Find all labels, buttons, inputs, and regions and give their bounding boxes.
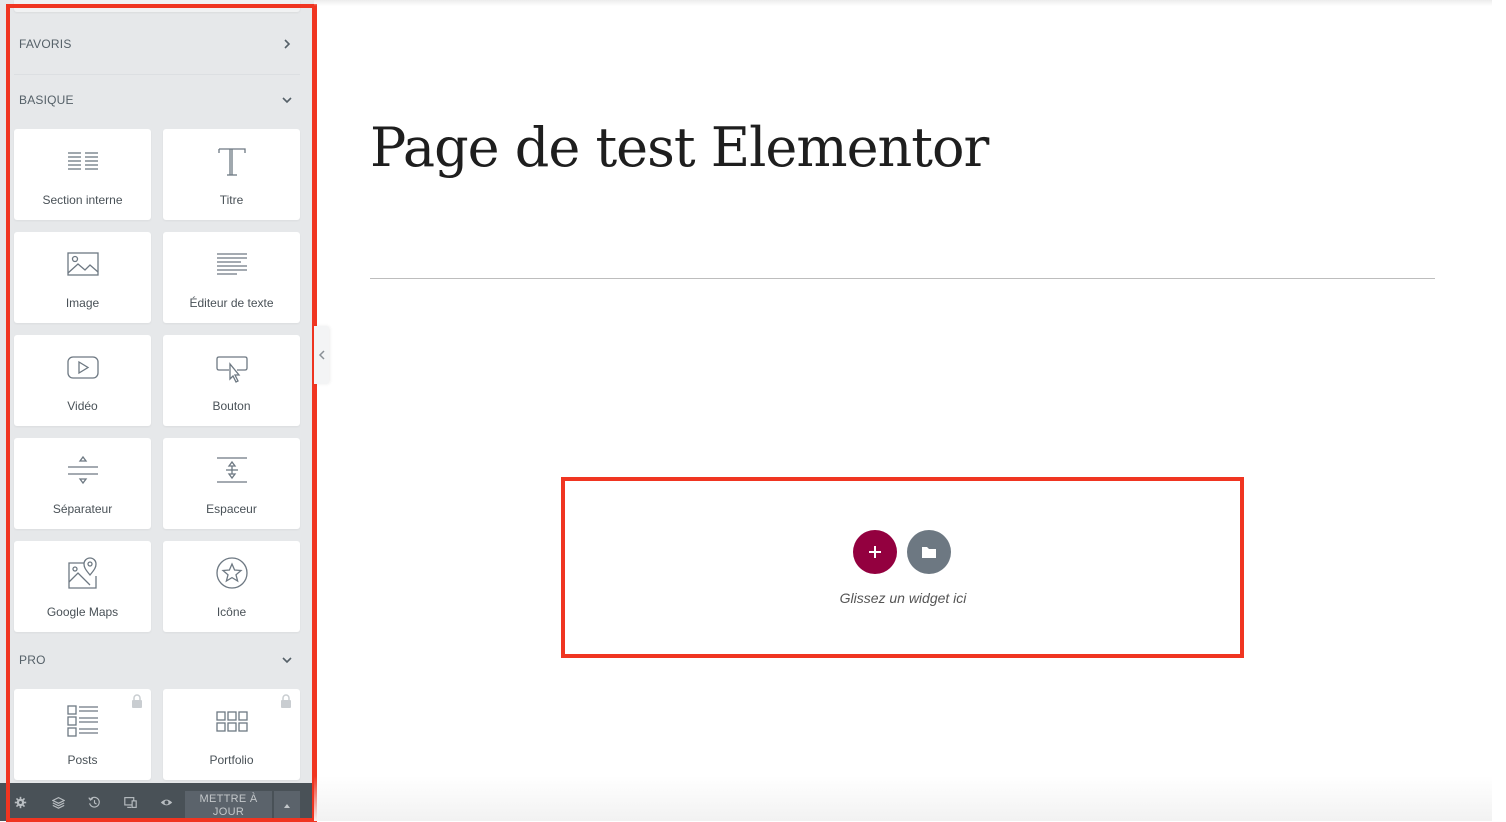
category-basique[interactable]: BASIQUE — [14, 82, 300, 118]
drop-zone-hint: Glissez un widget ici — [839, 590, 967, 606]
widget-posts[interactable]: Posts — [14, 689, 151, 780]
widget-drop-zone[interactable] — [561, 477, 1244, 658]
google-maps-icon — [65, 555, 101, 591]
star-icon — [214, 555, 250, 591]
widget-label: Éditeur de texte — [189, 296, 274, 310]
panel-top-card — [14, 0, 300, 12]
elementor-widget-panel: FAVORIS BASIQUE Section interne Titre Im… — [0, 0, 314, 821]
add-section-button[interactable] — [853, 530, 897, 574]
update-button-label-line2: JOUR — [212, 806, 245, 818]
update-button-label-line1: METTRE À — [199, 793, 258, 805]
widget-portfolio[interactable]: Portfolio — [163, 689, 300, 780]
update-button[interactable]: METTRE À JOUR — [185, 791, 272, 821]
title-divider — [370, 278, 1435, 279]
caret-up-icon — [284, 804, 290, 808]
heading-icon — [214, 143, 250, 179]
widget-button[interactable]: Bouton — [163, 335, 300, 426]
category-divider — [14, 74, 300, 75]
preview-right-gutter — [1492, 0, 1506, 821]
widget-label: Portfolio — [209, 753, 254, 767]
widget-label: Posts — [67, 753, 98, 767]
category-pro[interactable]: PRO — [14, 642, 300, 678]
image-icon — [65, 246, 101, 282]
posts-icon — [65, 703, 101, 739]
widget-label: Google Maps — [46, 605, 119, 619]
widget-text-editor[interactable]: Éditeur de texte — [163, 232, 300, 323]
widget-label: Vidéo — [67, 399, 98, 413]
divider-icon — [65, 452, 101, 488]
page-title: Page de test Elementor — [370, 116, 989, 179]
lock-icon — [280, 694, 292, 708]
widget-divider[interactable]: Séparateur — [14, 438, 151, 529]
portfolio-icon — [214, 703, 250, 739]
widget-icon[interactable]: Icône — [163, 541, 300, 632]
widget-image[interactable]: Image — [14, 232, 151, 323]
widget-label: Espaceur — [206, 502, 257, 516]
responsive-mode-icon[interactable] — [112, 783, 148, 821]
preview-top-shadow — [314, 0, 1506, 6]
folder-icon — [922, 547, 936, 558]
chevron-left-icon — [318, 350, 325, 360]
chevron-down-icon — [280, 653, 294, 667]
widget-label: Séparateur — [52, 502, 113, 516]
lock-icon — [131, 694, 143, 708]
widget-label: Titre — [219, 193, 244, 207]
widget-google-maps[interactable]: Google Maps — [14, 541, 151, 632]
spacer-icon — [214, 452, 250, 488]
navigator-layers-icon[interactable] — [40, 783, 76, 821]
widget-inner-section[interactable]: Section interne — [14, 129, 151, 220]
plus-icon — [869, 546, 881, 558]
widget-heading[interactable]: Titre — [163, 129, 300, 220]
chevron-down-icon — [280, 93, 294, 107]
button-icon — [214, 349, 250, 385]
preview-bottom-shade — [314, 776, 1492, 821]
category-favoris[interactable]: FAVORIS — [14, 26, 300, 62]
widget-spacer[interactable]: Espaceur — [163, 438, 300, 529]
panel-footer-toolbar: METTRE À JOUR — [0, 783, 314, 821]
update-options-caret[interactable] — [274, 791, 300, 821]
preview-eye-icon[interactable] — [148, 783, 184, 821]
add-template-button[interactable] — [907, 530, 951, 574]
text-editor-icon — [214, 246, 250, 282]
category-label: PRO — [19, 653, 46, 667]
category-label: FAVORIS — [19, 37, 72, 51]
settings-icon[interactable] — [0, 783, 40, 821]
video-icon — [65, 349, 101, 385]
panel-collapse-toggle[interactable] — [314, 326, 329, 384]
chevron-right-icon — [280, 37, 294, 51]
widget-label: Image — [65, 296, 100, 310]
category-label: BASIQUE — [19, 93, 74, 107]
history-icon[interactable] — [76, 783, 112, 821]
widget-label: Bouton — [212, 399, 251, 413]
inner-section-icon — [65, 143, 101, 179]
widget-label: Section interne — [42, 193, 123, 207]
widget-video[interactable]: Vidéo — [14, 335, 151, 426]
widget-label: Icône — [216, 605, 247, 619]
